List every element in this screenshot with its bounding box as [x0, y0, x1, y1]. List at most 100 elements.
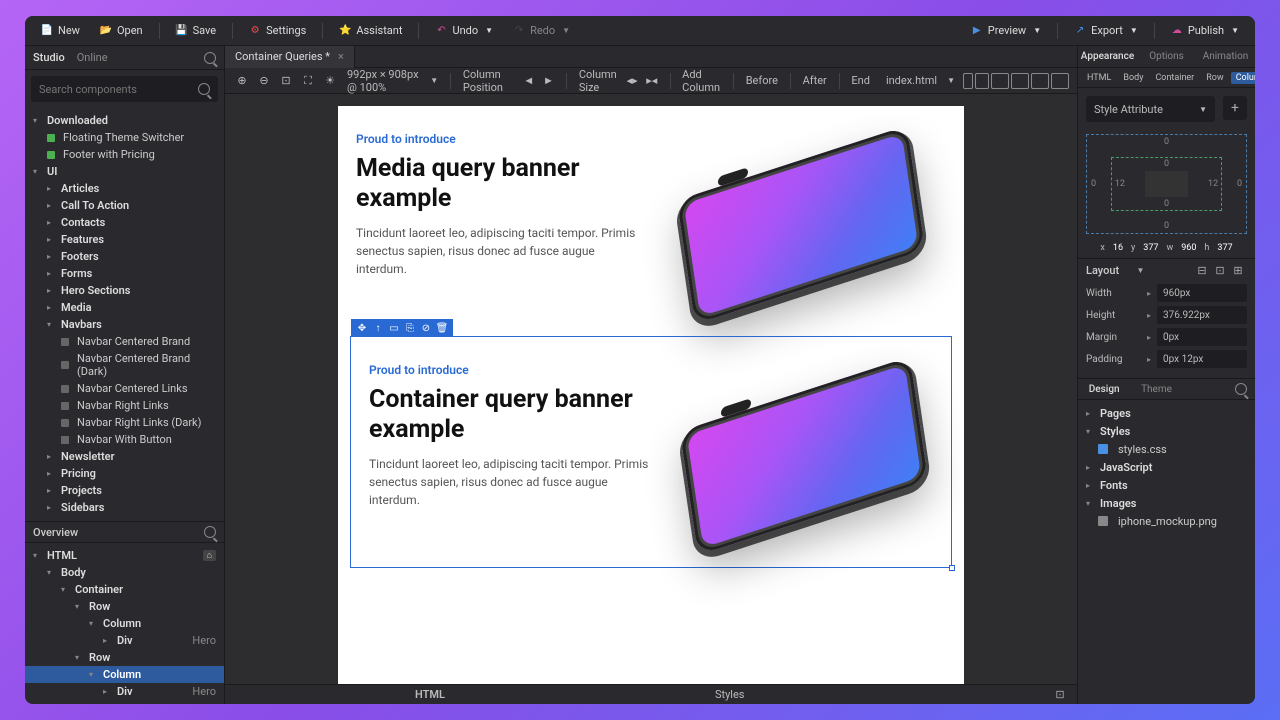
- tree-ui[interactable]: ▾UI: [25, 163, 224, 180]
- tree-div[interactable]: ▸DivHero: [25, 632, 224, 649]
- style-attribute-select[interactable]: Style Attribute▼: [1086, 96, 1215, 122]
- overview-header[interactable]: Overview: [25, 521, 224, 543]
- tree-item[interactable]: Navbar Right Links: [25, 397, 224, 414]
- tree-div[interactable]: ▸DivHero: [25, 683, 224, 700]
- search-icon[interactable]: [204, 52, 216, 64]
- box-model[interactable]: 0 0 0 0 0 0 12 12: [1086, 134, 1247, 234]
- expand-icon[interactable]: ⛶: [299, 72, 317, 90]
- tree-row[interactable]: ▾Row: [25, 598, 224, 615]
- after-button[interactable]: After: [803, 74, 827, 87]
- page[interactable]: Proud to introduce Media query banner ex…: [338, 106, 964, 684]
- tree-item[interactable]: ▸Contacts: [25, 214, 224, 231]
- tree-body[interactable]: ▾Body: [25, 564, 224, 581]
- tree-images[interactable]: ▾Images: [1078, 494, 1255, 512]
- grow-icon[interactable]: ▸◂: [646, 72, 658, 90]
- tab-styles[interactable]: Styles: [695, 685, 765, 704]
- tree-item[interactable]: Navbar Centered Brand: [25, 333, 224, 350]
- column-size-label[interactable]: Column Size: [579, 68, 618, 94]
- sun-icon[interactable]: ☀: [321, 72, 339, 90]
- tree-downloaded[interactable]: ▾Downloaded: [25, 112, 224, 129]
- tab-theme[interactable]: Theme: [1130, 384, 1182, 395]
- settings-button[interactable]: ⚙Settings: [241, 20, 314, 41]
- tab-online[interactable]: Online: [77, 51, 108, 64]
- column-position-label[interactable]: Column Position: [463, 68, 515, 94]
- tree-item[interactable]: ▸Sidebars: [25, 499, 224, 516]
- device-desktop-icon[interactable]: [1031, 73, 1049, 89]
- width-input[interactable]: 960px: [1157, 284, 1247, 302]
- tree-item[interactable]: ▸Call To Action: [25, 197, 224, 214]
- tree-item[interactable]: ▸Articles: [25, 180, 224, 197]
- tree-iphone-png[interactable]: iphone_mockup.png: [1078, 512, 1255, 530]
- layout-section[interactable]: Layout▼ ⊟ ⊡ ⊞: [1078, 258, 1255, 282]
- canvas[interactable]: Proud to introduce Media query banner ex…: [225, 94, 1077, 684]
- before-button[interactable]: Before: [746, 74, 778, 87]
- padding-input[interactable]: 0px 12px: [1157, 350, 1247, 368]
- hide-icon[interactable]: ⊘: [419, 321, 433, 335]
- tree-item[interactable]: Floating Theme Switcher: [25, 129, 224, 146]
- tree-javascript[interactable]: ▸JavaScript: [1078, 458, 1255, 476]
- delete-icon[interactable]: 🗑: [435, 321, 449, 335]
- layout-icon[interactable]: ⊟: [1193, 262, 1211, 280]
- search-icon[interactable]: [1235, 383, 1247, 395]
- tab-html[interactable]: HTML: [395, 685, 465, 704]
- tree-item[interactable]: ▸Media: [25, 299, 224, 316]
- preview-button[interactable]: ▶Preview▼: [963, 20, 1049, 41]
- device-mobile-icon[interactable]: [963, 73, 973, 89]
- tree-item[interactable]: Navbar With Button: [25, 431, 224, 448]
- bc-body[interactable]: Body: [1118, 72, 1148, 84]
- tree-item[interactable]: ▸Footers: [25, 248, 224, 265]
- tree-item[interactable]: Navbar Centered Links: [25, 380, 224, 397]
- margin-input[interactable]: 0px: [1157, 328, 1247, 346]
- tab-design[interactable]: Design: [1078, 384, 1130, 395]
- tree-pages[interactable]: ▸Pages: [1078, 404, 1255, 422]
- tree-html[interactable]: ▾HTML⌂: [25, 547, 224, 564]
- tree-column[interactable]: ▾Column: [25, 615, 224, 632]
- search-input[interactable]: [39, 83, 192, 96]
- device-tablet-land-icon[interactable]: [991, 73, 1009, 89]
- publish-button[interactable]: ☁Publish▼: [1163, 20, 1247, 41]
- filename[interactable]: index.html: [886, 74, 937, 87]
- tree-column-selected[interactable]: ▾Column: [25, 666, 224, 683]
- undo-button[interactable]: ↶Undo▼: [427, 20, 501, 41]
- export-button[interactable]: ↗Export▼: [1066, 20, 1146, 41]
- bc-container[interactable]: Container: [1150, 72, 1199, 84]
- shrink-icon[interactable]: ◂▸: [626, 72, 638, 90]
- tree-container[interactable]: ▾Container: [25, 581, 224, 598]
- assistant-button[interactable]: ⭐Assistant: [331, 20, 410, 41]
- height-input[interactable]: 376.922px: [1157, 306, 1247, 324]
- tree-item[interactable]: ▸Pricing: [25, 465, 224, 482]
- search-icon[interactable]: [204, 526, 216, 538]
- tree-item[interactable]: ▸Forms: [25, 265, 224, 282]
- end-button[interactable]: End: [851, 74, 870, 87]
- tree-item[interactable]: ▸Features: [25, 231, 224, 248]
- add-column-button[interactable]: Add Column: [682, 68, 721, 94]
- tree-row[interactable]: ▾Row: [25, 649, 224, 666]
- tree-styles-css[interactable]: styles.css: [1078, 440, 1255, 458]
- up-icon[interactable]: ↑: [371, 321, 385, 335]
- tree-fonts[interactable]: ▸Fonts: [1078, 476, 1255, 494]
- tree-item[interactable]: ▸Hero Sections: [25, 282, 224, 299]
- tree-item[interactable]: Footer with Pricing: [25, 146, 224, 163]
- arrow-left-icon[interactable]: ◄: [523, 72, 535, 90]
- device-xl-icon[interactable]: [1051, 73, 1069, 89]
- tree-item[interactable]: ▾Navbars: [25, 316, 224, 333]
- add-style-button[interactable]: +: [1223, 96, 1247, 120]
- open-button[interactable]: 📂Open: [92, 20, 151, 41]
- tree-item[interactable]: Navbar Right Links (Dark): [25, 414, 224, 431]
- zoom-in-icon[interactable]: ⊕: [233, 72, 251, 90]
- collapse-icon[interactable]: ⊡: [1051, 686, 1069, 704]
- move-icon[interactable]: ✥: [355, 321, 369, 335]
- banner-1[interactable]: Proud to introduce Media query banner ex…: [338, 106, 964, 336]
- device-laptop-icon[interactable]: [1011, 73, 1029, 89]
- new-button[interactable]: 📄New: [33, 20, 88, 41]
- tab-animation[interactable]: Animation: [1196, 51, 1255, 62]
- zoom-out-icon[interactable]: ⊖: [255, 72, 273, 90]
- arrow-right-icon[interactable]: ►: [543, 72, 555, 90]
- bc-row[interactable]: Row: [1201, 72, 1228, 84]
- tab-options[interactable]: Options: [1137, 51, 1196, 62]
- tree-item[interactable]: ▸Projects: [25, 482, 224, 499]
- save-button[interactable]: 💾Save: [168, 20, 225, 41]
- columns-icon[interactable]: ▭: [387, 321, 401, 335]
- tab-studio[interactable]: Studio: [33, 51, 65, 64]
- layout-icon[interactable]: ⊡: [1211, 262, 1229, 280]
